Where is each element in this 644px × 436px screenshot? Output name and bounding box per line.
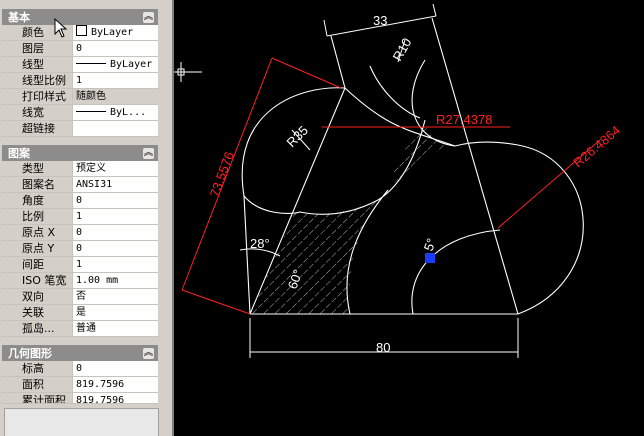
- prop-value[interactable]: 普通: [72, 321, 158, 336]
- prop-value-text: ByL...: [110, 107, 147, 118]
- prop-label: 关联: [22, 306, 44, 319]
- prop-label: 图案名: [22, 178, 55, 191]
- prop-value[interactable]: ANSI31: [72, 177, 158, 192]
- prop-row-type[interactable]: 类型 预定义: [2, 161, 158, 177]
- prop-value-text: ByLayer: [110, 59, 153, 70]
- prop-label: 线宽: [22, 106, 44, 119]
- prop-row-hyperlink[interactable]: 超链接: [2, 121, 158, 137]
- dim-text-angle28: 28°: [250, 236, 270, 251]
- section-geometry: 几何图形 ︽ 标高 0 面积 819.7596 累计面积 819.7596: [2, 345, 158, 404]
- prop-value[interactable]: 1: [72, 209, 158, 224]
- prop-label: 角度: [22, 194, 44, 207]
- section-header-geometry[interactable]: 几何图形 ︽: [2, 345, 158, 361]
- prop-row-area[interactable]: 面积 819.7596: [2, 377, 158, 393]
- prop-row-spacing[interactable]: 间距 1: [2, 257, 158, 273]
- prop-value-text: ByLayer: [91, 27, 134, 38]
- prop-label: 双向: [22, 290, 44, 303]
- prop-value[interactable]: [72, 121, 158, 136]
- prop-value[interactable]: 1: [72, 73, 158, 88]
- prop-row-angle[interactable]: 角度 0: [2, 193, 158, 209]
- prop-value[interactable]: 819.7596: [72, 393, 158, 403]
- collapse-icon[interactable]: ︽: [143, 11, 154, 23]
- prop-row-origin-y[interactable]: 原点 Y 0: [2, 241, 158, 257]
- prop-row-island[interactable]: 孤岛... 普通: [2, 321, 158, 337]
- prop-row-iso-pen[interactable]: ISO 笔宽 1.00 mm: [2, 273, 158, 289]
- prop-value[interactable]: 预定义: [72, 161, 158, 176]
- prop-row-cumulative-area[interactable]: 累计面积 819.7596: [2, 393, 158, 404]
- dim-text-r26: R26.4864: [570, 123, 623, 171]
- prop-row-lineweight[interactable]: 线宽 ByL...: [2, 105, 158, 121]
- dim-text-r10: R10: [390, 35, 415, 63]
- prop-value[interactable]: 0: [72, 41, 158, 56]
- hatch-region-lower[interactable]: [250, 200, 378, 314]
- prop-label: 间距: [22, 258, 44, 271]
- prop-row-elevation[interactable]: 标高 0: [2, 361, 158, 377]
- prop-value[interactable]: ByLayer: [72, 57, 158, 72]
- prop-label: 线型: [22, 58, 44, 71]
- section-title: 图案: [8, 147, 30, 160]
- prop-label: 图层: [22, 42, 44, 55]
- prop-value[interactable]: 0: [72, 193, 158, 208]
- prop-value[interactable]: 819.7596: [72, 377, 158, 392]
- prop-label: 超链接: [22, 122, 55, 135]
- properties-panel: 基本 ︽ 颜色 ByLayer 图层 0 线型 ByLayer 线型比例 1 打…: [0, 0, 172, 436]
- hatch-region-upper[interactable]: [388, 120, 455, 188]
- prop-label: ISO 笔宽: [22, 274, 67, 287]
- section-header-hatch[interactable]: 图案 ︽: [2, 145, 158, 161]
- linetype-sample-icon: [76, 63, 106, 64]
- prop-value[interactable]: 1: [72, 257, 158, 272]
- prop-value[interactable]: 1.00 mm: [72, 273, 158, 288]
- prop-row-linetype[interactable]: 线型 ByLayer: [2, 57, 158, 73]
- prop-value[interactable]: ByLayer: [72, 25, 158, 40]
- prop-value[interactable]: 随颜色: [72, 89, 158, 104]
- prop-label: 孤岛...: [22, 322, 55, 335]
- drawing-canvas[interactable]: 33 R10 R27.4378 R26.4864 R35 73.5576 80 …: [174, 0, 644, 436]
- prop-label: 线型比例: [22, 74, 66, 87]
- prop-label: 面积: [22, 378, 44, 391]
- prop-row-plotstyle[interactable]: 打印样式 随颜色: [2, 89, 158, 105]
- dim-text-angle5: 5°: [421, 236, 439, 253]
- prop-row-linetype-scale[interactable]: 线型比例 1: [2, 73, 158, 89]
- prop-label: 原点 X: [22, 226, 56, 239]
- prop-row-scale[interactable]: 比例 1: [2, 209, 158, 225]
- prop-value[interactable]: 是: [72, 305, 158, 320]
- prop-row-color[interactable]: 颜色 ByLayer: [2, 25, 158, 41]
- dim-text-left: 73.5576: [207, 150, 237, 199]
- prop-value[interactable]: 0: [72, 225, 158, 240]
- prop-label: 类型: [22, 162, 44, 175]
- dimension-lines: [181, 57, 601, 315]
- lineweight-sample-icon: [76, 111, 106, 112]
- dim-text-bottom: 80: [376, 340, 390, 355]
- prop-label: 比例: [22, 210, 44, 223]
- prop-label: 打印样式: [22, 90, 66, 103]
- prop-value[interactable]: 0: [72, 361, 158, 376]
- collapse-icon[interactable]: ︽: [143, 147, 154, 159]
- prop-label: 累计面积: [22, 394, 66, 403]
- prop-row-associative[interactable]: 关联 是: [2, 305, 158, 321]
- collapse-icon[interactable]: ︽: [143, 347, 154, 359]
- prop-value[interactable]: 否: [72, 289, 158, 304]
- section-title: 几何图形: [8, 347, 52, 360]
- section-header-basic[interactable]: 基本 ︽: [2, 9, 158, 25]
- prop-row-layer[interactable]: 图层 0: [2, 41, 158, 57]
- section-hatch: 图案 ︽ 类型 预定义 图案名 ANSI31 角度 0 比例 1 原点 X 0 原点 Y 0…: [2, 145, 158, 337]
- prop-label: 原点 Y: [22, 242, 55, 255]
- section-basic: 基本 ︽ 颜色 ByLayer 图层 0 线型 ByLayer 线型比例 1 打…: [2, 9, 158, 137]
- color-swatch-icon: [76, 25, 87, 36]
- prop-row-pattern-name[interactable]: 图案名 ANSI31: [2, 177, 158, 193]
- dim-text-r27: R27.4378: [436, 112, 492, 127]
- prop-label: 标高: [22, 362, 44, 375]
- prop-value[interactable]: 0: [72, 241, 158, 256]
- mouse-cursor-icon: [54, 18, 68, 38]
- crosshair-cursor-icon: [174, 62, 202, 82]
- section-title: 基本: [8, 11, 30, 24]
- description-box: [4, 408, 159, 436]
- prop-row-double[interactable]: 双向 否: [2, 289, 158, 305]
- prop-row-origin-x[interactable]: 原点 X 0: [2, 225, 158, 241]
- dim-text-top: 33: [373, 13, 387, 28]
- grip-handle[interactable]: [425, 253, 435, 263]
- prop-value[interactable]: ByL...: [72, 105, 158, 120]
